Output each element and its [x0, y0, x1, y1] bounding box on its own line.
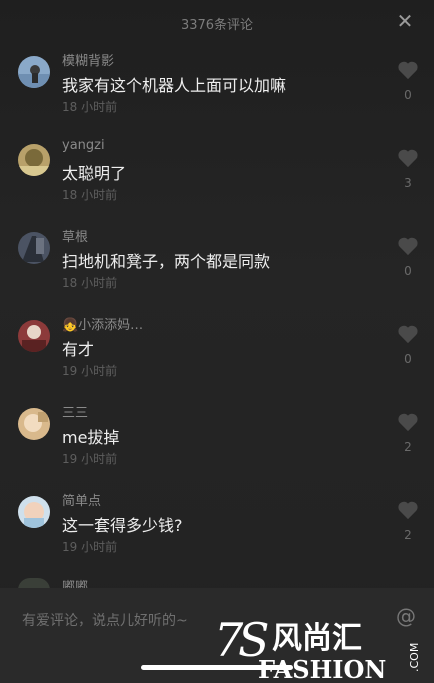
comment-time: 18 小时前	[62, 100, 118, 114]
heart-icon[interactable]	[397, 324, 419, 344]
avatar[interactable]	[18, 232, 50, 264]
avatar[interactable]	[18, 320, 50, 352]
comment-item[interactable]: yangzi 太聪明了 18 小时前 3	[0, 132, 434, 220]
like-count: 0	[404, 352, 412, 366]
like-count: 0	[404, 264, 412, 278]
like-button[interactable]: 0	[396, 60, 420, 104]
comment-item[interactable]: 简单点 这一套得多少钱? 19 小时前 2	[0, 484, 434, 572]
comments-panel: 3376条评论 ✕ 模糊背影 我家有这个机器人上面可以加嘛 18 小时前 0 y…	[0, 0, 434, 683]
heart-icon[interactable]	[397, 60, 419, 80]
avatar[interactable]	[18, 56, 50, 88]
comment-time: 18 小时前	[62, 188, 118, 202]
comment-text: 太聪明了	[62, 164, 127, 183]
like-count: 2	[404, 440, 412, 454]
comment-time: 19 小时前	[62, 364, 118, 378]
like-count: 2	[404, 528, 412, 542]
comment-item[interactable]: 👧小添添妈… 有才 19 小时前 0	[0, 308, 434, 396]
comment-item[interactable]: 三三 me拔掉 19 小时前 2	[0, 396, 434, 484]
like-button[interactable]: 3	[396, 148, 420, 192]
comment-time: 19 小时前	[62, 452, 118, 466]
comment-text: 有才	[62, 340, 95, 359]
heart-icon[interactable]	[397, 148, 419, 168]
like-button[interactable]: 0	[396, 324, 420, 368]
comment-count-title: 3376条评论	[180, 18, 254, 33]
avatar[interactable]	[18, 408, 50, 440]
watermark-logo: 7 S 风尚汇 FASHION .COM	[214, 613, 421, 682]
home-indicator[interactable]	[141, 665, 293, 670]
comment-username[interactable]: 👧小添添妈…	[62, 314, 143, 333]
comment-username[interactable]: 三三	[62, 402, 88, 421]
comment-username[interactable]: 模糊背影	[62, 50, 114, 69]
comment-text: 这一套得多少钱?	[62, 516, 183, 535]
svg-text:.COM: .COM	[408, 643, 421, 672]
comment-item[interactable]: 模糊背影 我家有这个机器人上面可以加嘛 18 小时前 0	[0, 44, 434, 132]
comment-text: 扫地机和凳子，两个都是同款	[62, 252, 271, 271]
like-count: 0	[404, 88, 412, 102]
comment-username[interactable]: 简单点	[62, 490, 101, 509]
comment-username[interactable]: yangzi	[62, 138, 105, 153]
comment-time: 18 小时前	[62, 276, 118, 290]
like-button[interactable]: 2	[396, 412, 420, 456]
like-button[interactable]: 0	[396, 236, 420, 280]
comment-item[interactable]: 草根 扫地机和凳子，两个都是同款 18 小时前 0	[0, 220, 434, 308]
heart-icon[interactable]	[397, 500, 419, 520]
avatar[interactable]	[18, 496, 50, 528]
like-count: 3	[404, 176, 412, 190]
avatar[interactable]	[18, 144, 50, 176]
comment-username[interactable]: 草根	[62, 226, 88, 245]
close-icon[interactable]: ✕	[394, 10, 416, 32]
heart-icon[interactable]	[397, 412, 419, 432]
svg-text:风尚汇: 风尚汇	[272, 621, 362, 656]
heart-icon[interactable]	[397, 236, 419, 256]
comments-header: 3376条评论 ✕	[0, 0, 434, 44]
comment-text: me拔掉	[62, 428, 120, 447]
like-button[interactable]: 2	[396, 500, 420, 544]
comment-input[interactable]: 有爱评论，说点儿好听的~	[22, 610, 188, 630]
comment-text: 我家有这个机器人上面可以加嘛	[62, 76, 287, 95]
comment-time: 19 小时前	[62, 540, 118, 554]
